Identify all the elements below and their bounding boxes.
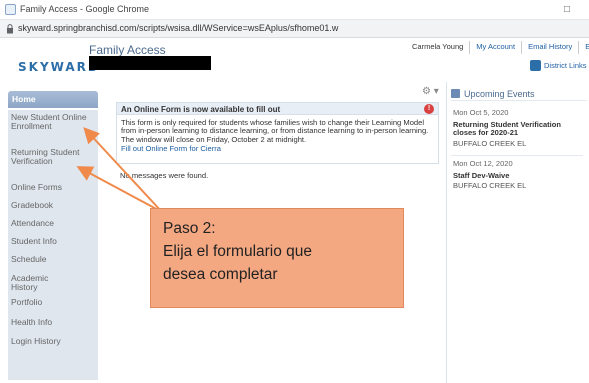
event-title[interactable]: Staff Dev-Waive — [453, 172, 509, 180]
sidebar-nav: Home New Student Online Enrollment Retur… — [0, 82, 108, 383]
address-bar[interactable]: skyward.springbranchisd.com/scripts/wsis… — [0, 20, 589, 38]
sidebar-item-health-info[interactable]: Health Info — [8, 318, 98, 327]
maximize-button[interactable]: □ — [560, 3, 574, 16]
sidebar-item-attendance[interactable]: Attendance — [8, 219, 98, 228]
redacted-name — [89, 56, 211, 70]
sidebar-item-login-history[interactable]: Login History — [8, 337, 98, 346]
skyward-header: SKYWARD Family Access Carmela Young My A… — [0, 38, 589, 82]
sidebar-item-new-student-online-enrollment[interactable]: New Student Online Enrollment — [8, 113, 98, 131]
app-title: Family Access — [89, 43, 166, 57]
user-menu: Carmela Young My Account Email History E… — [406, 41, 589, 54]
annotation-line: Elija el formulario que — [163, 243, 313, 260]
alert-icon: ! — [424, 104, 434, 114]
no-messages-text: No messages were found. — [120, 171, 209, 180]
upcoming-events-title: Upcoming Events — [464, 88, 535, 99]
sidebar-item-portfolio[interactable]: Portfolio — [8, 298, 98, 307]
annotation-step: Paso 2: — [163, 220, 216, 237]
upcoming-events-panel: Upcoming Events Mon Oct 5, 2020 Returnin… — [446, 82, 589, 383]
sidebar-item-home[interactable]: Home — [8, 91, 98, 108]
event-divider — [451, 155, 583, 156]
event-date: Mon Oct 5, 2020 — [453, 108, 509, 117]
user-name: Carmela Young — [406, 41, 471, 54]
event-title[interactable]: Returning Student Verification closes fo… — [453, 121, 583, 137]
district-links-label: District Links — [544, 61, 587, 70]
event-location: BUFFALO CREEK EL — [453, 139, 527, 148]
skyward-logo[interactable]: SKYWARD — [18, 60, 100, 74]
district-links[interactable]: District Links — [530, 60, 587, 71]
my-account-link[interactable]: My Account — [470, 41, 523, 54]
district-links-icon — [530, 60, 541, 71]
event-location: BUFFALO CREEK EL — [453, 181, 527, 190]
lock-icon — [7, 24, 13, 34]
annotation-line: desea completar — [163, 266, 278, 283]
annotation-callout: Paso 2: Elija el formulario que desea co… — [150, 208, 404, 308]
email-history-link[interactable]: Email History — [522, 41, 580, 54]
sidebar-item-gradebook[interactable]: Gradebook — [8, 201, 98, 210]
sidebar-item-online-forms[interactable]: Online Forms — [8, 183, 98, 192]
fill-out-online-form-link[interactable]: Fill out Online Form for Cierra — [117, 144, 438, 153]
exit-link[interactable]: Exit — [579, 41, 589, 54]
favicon-icon — [5, 4, 16, 15]
calendar-icon — [451, 89, 460, 98]
sidebar-item-academic-history[interactable]: Academic History — [8, 274, 68, 292]
sidebar-item-schedule[interactable]: Schedule — [8, 255, 98, 264]
window-title: Family Access - Google Chrome — [20, 4, 150, 14]
event-date: Mon Oct 12, 2020 — [453, 159, 513, 168]
upcoming-events-header: Upcoming Events — [451, 87, 587, 101]
sidebar-item-student-info[interactable]: Student Info — [8, 237, 98, 246]
gear-icon[interactable]: ⚙ ▾ — [422, 86, 439, 97]
online-form-panel-title: An Online Form is now available to fill … — [117, 103, 438, 115]
browser-titlebar: Family Access - Google Chrome □ — [0, 0, 589, 20]
online-form-panel: An Online Form is now available to fill … — [116, 102, 439, 164]
sidebar-item-returning-student-verification[interactable]: Returning Student Verification — [8, 148, 98, 166]
url-text[interactable]: skyward.springbranchisd.com/scripts/wsis… — [18, 23, 338, 33]
online-form-description: This form is only required for students … — [121, 118, 429, 144]
